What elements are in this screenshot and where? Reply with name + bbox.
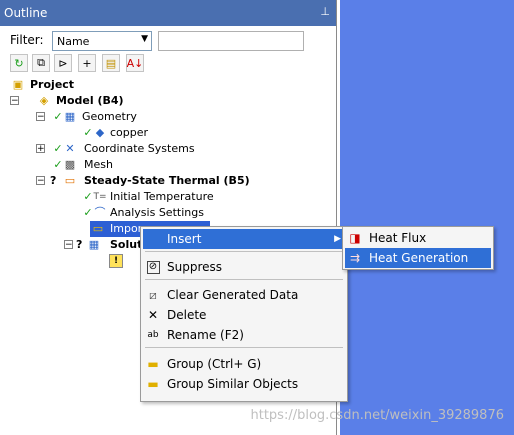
coordinate-systems-icon: ✕ (65, 142, 75, 155)
filter-selected-value: Name (57, 35, 90, 48)
menu-item-label: Heat Flux (369, 231, 427, 245)
tree-item-label: Coordinate Systems (84, 142, 195, 155)
heat-flux-icon: ◨ (349, 231, 361, 245)
menu-separator (145, 251, 343, 252)
folder-icon: ▬ (147, 377, 159, 391)
outline-title-bar: Outline ⊥ (0, 0, 336, 26)
rename-icon: ab (147, 330, 159, 340)
heat-generation-icon: ⇉ (349, 251, 361, 265)
menu-item-rename[interactable]: ab Rename (F2) (143, 325, 345, 345)
outline-toolbar: ↻ ⧉ ⊳ + ▤ A↓ (4, 53, 332, 75)
collapse-icon[interactable]: − (10, 96, 19, 106)
tree-item-label: copper (110, 126, 149, 139)
tree-item-label: Impor (110, 222, 143, 235)
menu-item-clear-generated-data[interactable]: ⧄ Clear Generated Data (143, 285, 345, 305)
insert-submenu: ◨ Heat Flux ⇉ Heat Generation (342, 226, 494, 270)
tree-item-label: Mesh (84, 158, 113, 171)
tree-icon[interactable]: ⊳ (54, 54, 72, 72)
menu-item-label: Group (Ctrl+ G) (167, 357, 262, 371)
tree-item-label: Initial Temperature (110, 190, 214, 203)
expand-icon[interactable]: ⧉ (32, 54, 50, 72)
expand-icon[interactable]: + (36, 144, 45, 154)
collapse-icon[interactable]: − (36, 112, 45, 122)
tree-item-label: Project (30, 78, 75, 91)
thermal-analysis-icon: ▭ (64, 174, 76, 187)
watermark: https://blog.csdn.net/weixin_39289876 (250, 408, 504, 423)
chevron-down-icon: ▼ (141, 34, 148, 44)
tree-item-label: Solut (110, 238, 143, 251)
temperature-icon: T= (93, 192, 107, 202)
menu-item-label: Clear Generated Data (167, 288, 299, 302)
folder-icon: ▬ (147, 357, 159, 371)
menu-item-label: Suppress (167, 260, 223, 274)
tree-item-label: Geometry (82, 110, 137, 123)
solution-information-icon: ! (108, 253, 124, 269)
clear-data-icon: ⧄ (149, 288, 157, 302)
filter-row: Filter: Name ▼ (4, 29, 332, 51)
menu-item-group[interactable]: ▬ Group (Ctrl+ G) (143, 354, 345, 374)
body-icon: ◆ (95, 126, 105, 139)
menu-item-label: Rename (F2) (167, 328, 244, 342)
menu-item-label: Heat Generation (369, 251, 469, 265)
menu-item-heat-generation[interactable]: ⇉ Heat Generation (345, 248, 491, 268)
mesh-icon: ▩ (64, 158, 76, 171)
menu-item-delete[interactable]: ✕ Delete (143, 305, 345, 325)
menu-item-label: Delete (167, 308, 207, 322)
menu-item-group-similar-objects[interactable]: ▬ Group Similar Objects (143, 374, 345, 394)
context-menu: Insert ▶ ⊘ Suppress ⧄ Clear Generated Da… (140, 226, 348, 402)
collapse-icon[interactable]: − (64, 240, 73, 250)
menu-item-heat-flux[interactable]: ◨ Heat Flux (345, 228, 491, 248)
refresh-icon[interactable]: ↻ (10, 54, 28, 72)
filter-label: Filter: (10, 33, 44, 47)
menu-item-label: Insert (167, 232, 202, 246)
menu-separator (145, 279, 343, 280)
filter-search-input[interactable] (158, 31, 304, 51)
sort-icon[interactable]: A↓ (126, 54, 144, 72)
question-icon: ? (50, 174, 57, 187)
delete-icon: ✕ (147, 308, 159, 322)
tree-item-label: Steady-State Thermal (B5) (84, 174, 250, 187)
menu-separator (145, 347, 343, 348)
geometry-icon: ▦ (64, 110, 76, 123)
pin-icon[interactable]: ⊥ (320, 5, 330, 18)
add-icon[interactable]: + (78, 54, 96, 72)
filter-dropdown[interactable]: Name ▼ (52, 31, 152, 51)
collapse-icon[interactable]: − (36, 176, 45, 186)
question-icon: ? (76, 238, 83, 251)
imported-load-icon: ▭ (92, 222, 104, 235)
tree-item-label: Analysis Settings (110, 206, 204, 219)
menu-item-insert[interactable]: Insert ▶ (143, 229, 345, 249)
graphics-viewport[interactable] (340, 0, 514, 435)
suppress-icon: ⊘ (145, 259, 161, 275)
menu-item-label: Group Similar Objects (167, 377, 299, 391)
submenu-arrow-icon: ▶ (334, 234, 341, 244)
model-icon: ◈ (39, 94, 49, 107)
menu-item-suppress[interactable]: ⊘ Suppress (143, 257, 345, 277)
outline-title: Outline (4, 6, 48, 20)
tree-item-label: Model (B4) (56, 94, 124, 107)
folder-icon[interactable]: ▤ (102, 54, 120, 72)
analysis-settings-icon: ⌒ (94, 206, 106, 219)
solution-icon: ▦ (88, 238, 100, 251)
project-icon: ▣ (12, 78, 24, 91)
